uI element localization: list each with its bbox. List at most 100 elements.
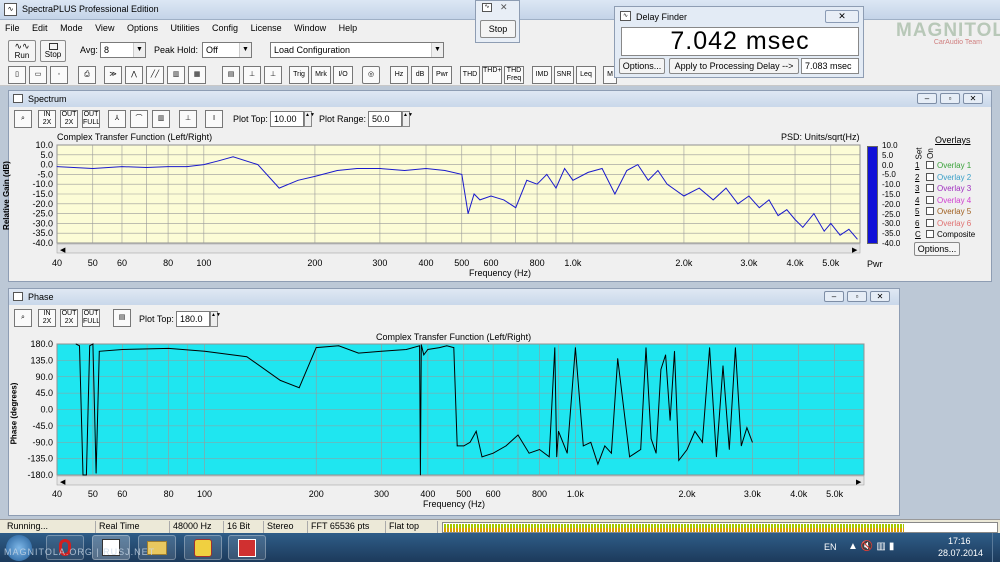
thd-button[interactable]: THD xyxy=(460,66,480,84)
status-window: Flat top xyxy=(386,521,438,533)
scroll-right-icon[interactable]: ▶ xyxy=(856,479,862,486)
overlay-set-button[interactable]: 4 xyxy=(915,196,924,205)
language-indicator[interactable]: EN xyxy=(824,542,837,552)
overlay-name: Overlay 1 xyxy=(937,161,972,170)
snr-button[interactable]: SNR xyxy=(554,66,574,84)
menu-edit[interactable]: Edit xyxy=(27,20,53,33)
print-icon[interactable]: ⎙ xyxy=(78,66,96,84)
data-point xyxy=(405,349,407,350)
trig-button[interactable]: Trig xyxy=(289,66,309,84)
menu-help[interactable]: Help xyxy=(334,20,363,33)
scale-icon[interactable]: ⊥ xyxy=(264,66,282,84)
x-tick-label: 4.0k xyxy=(790,489,808,499)
spectrum-view-icon[interactable]: ⋀ xyxy=(125,66,143,84)
y-tick-label: -90.0 xyxy=(32,437,53,447)
overlay-set-button[interactable]: C xyxy=(915,230,924,239)
menu-utilities[interactable]: Utilities xyxy=(166,20,205,33)
phase-chart: 180.0 135.0 90.0 45.0 0.0 -45.0 -90.0 -135.0 -18… xyxy=(27,339,865,499)
menu-license[interactable]: License xyxy=(246,20,287,33)
io-button[interactable]: I/O xyxy=(333,66,353,84)
apply-delay-button[interactable]: Apply to Processing Delay --> xyxy=(669,58,799,74)
menu-file[interactable]: File xyxy=(0,20,25,33)
overlay-set-button[interactable]: 3 xyxy=(915,184,924,193)
x-tick-label: 100 xyxy=(197,489,212,499)
app-icon: ∿ xyxy=(4,3,17,16)
data-point xyxy=(758,207,760,209)
close-button[interactable]: ✕ xyxy=(825,10,859,23)
data-point xyxy=(419,345,420,347)
tray-power-icon[interactable]: ▮ xyxy=(889,541,898,552)
menu-options[interactable]: Options xyxy=(122,20,163,33)
stop-dialog-button[interactable]: Stop xyxy=(480,20,516,38)
tray-network-icon[interactable]: ▥ xyxy=(876,541,888,552)
menu-config[interactable]: Config xyxy=(207,20,243,33)
data-point xyxy=(601,168,603,169)
thd-freq-button[interactable]: THD Freq xyxy=(504,66,524,84)
overlay-checkbox[interactable] xyxy=(926,218,934,227)
menu-mode[interactable]: Mode xyxy=(55,20,88,33)
new-file-icon[interactable]: ▯ xyxy=(8,66,26,84)
overlay-checkbox[interactable] xyxy=(926,184,934,192)
imd-button[interactable]: IMD xyxy=(532,66,552,84)
y-tick-label: -135.0 xyxy=(27,454,53,464)
leq-button[interactable]: Leq xyxy=(576,66,596,84)
scroll-left-icon[interactable]: ◀ xyxy=(60,479,66,486)
taskbar-paint-icon[interactable] xyxy=(184,535,222,560)
hz-button[interactable]: Hz xyxy=(390,66,408,84)
taskbar-app-icon[interactable] xyxy=(228,535,266,560)
signal-generator-icon[interactable]: ◎ xyxy=(362,66,380,84)
run-button[interactable]: ∿∿ Run xyxy=(8,40,36,62)
delay-options-button[interactable]: Options... xyxy=(619,58,665,74)
overlay-set-button[interactable]: 6 xyxy=(915,219,924,228)
menu-window[interactable]: Window xyxy=(289,20,331,33)
y-tick-label: 90.0 xyxy=(35,372,53,382)
calculator-icon[interactable]: ▤ xyxy=(222,66,240,84)
overlay-checkbox[interactable] xyxy=(926,161,934,169)
overlay-checkbox[interactable] xyxy=(926,195,934,204)
data-point xyxy=(246,356,248,358)
horizontal-scrollbar[interactable] xyxy=(56,475,865,486)
data-point xyxy=(647,179,649,181)
overlay-set-button[interactable]: 5 xyxy=(915,207,924,216)
scroll-left-icon[interactable]: ◀ xyxy=(60,247,66,254)
peak-hold-select[interactable]: Off ▼ xyxy=(202,42,252,58)
x-tick-label: 80 xyxy=(163,258,173,268)
phase-view-icon[interactable]: ╱╱ xyxy=(146,66,164,84)
data-point xyxy=(856,238,858,240)
overlay-checkbox[interactable] xyxy=(926,230,934,238)
config-select[interactable]: Load Configuration ▼ xyxy=(270,42,444,58)
tray-volume-icon[interactable]: 🔇 xyxy=(861,541,876,552)
overlay-set-button[interactable]: 2 xyxy=(915,173,924,182)
thdn-button[interactable]: THD+N xyxy=(482,66,502,84)
close-icon[interactable]: ✕ xyxy=(500,2,508,13)
overlay-checkbox[interactable] xyxy=(926,172,934,181)
horizontal-scrollbar[interactable] xyxy=(56,243,861,254)
overlay-set-button[interactable]: 1 xyxy=(915,161,924,170)
stop-button[interactable]: Stop xyxy=(40,40,66,62)
marker-button[interactable]: Mrk xyxy=(311,66,331,84)
overlay-checkbox[interactable] xyxy=(926,207,934,215)
stop-square-icon xyxy=(48,43,58,50)
show-desktop-button[interactable] xyxy=(992,533,1000,562)
data-point xyxy=(490,195,492,197)
overlay-item: 6 Overlay 6 xyxy=(915,218,971,230)
pwr-button[interactable]: Pwr xyxy=(432,66,452,84)
open-folder-icon[interactable]: ▭ xyxy=(29,66,47,84)
meter-icon[interactable]: ⊥ xyxy=(243,66,261,84)
db-button[interactable]: dB xyxy=(411,66,429,84)
tray-expand-icon[interactable]: ▲ xyxy=(848,541,861,552)
spectrum-chart: 10.05.00.0-5.0-10.0-15.0-20.0-25.0-30.0-… xyxy=(32,140,861,268)
time-series-icon[interactable]: ≫ xyxy=(104,66,122,84)
overlay-options-button[interactable]: Options... xyxy=(914,242,960,256)
spectrogram-icon[interactable]: ▥ xyxy=(167,66,185,84)
data-point xyxy=(556,456,558,458)
scroll-right-icon[interactable]: ▶ xyxy=(852,247,858,254)
data-point xyxy=(604,445,606,447)
save-icon[interactable]: ▪ xyxy=(50,66,68,84)
data-point xyxy=(558,430,559,432)
data-point xyxy=(572,179,574,181)
x-tick-label: 200 xyxy=(307,258,322,268)
menu-view[interactable]: View xyxy=(90,20,119,33)
avg-select[interactable]: 8 ▼ xyxy=(100,42,146,58)
3d-surface-icon[interactable]: ▦ xyxy=(188,66,206,84)
